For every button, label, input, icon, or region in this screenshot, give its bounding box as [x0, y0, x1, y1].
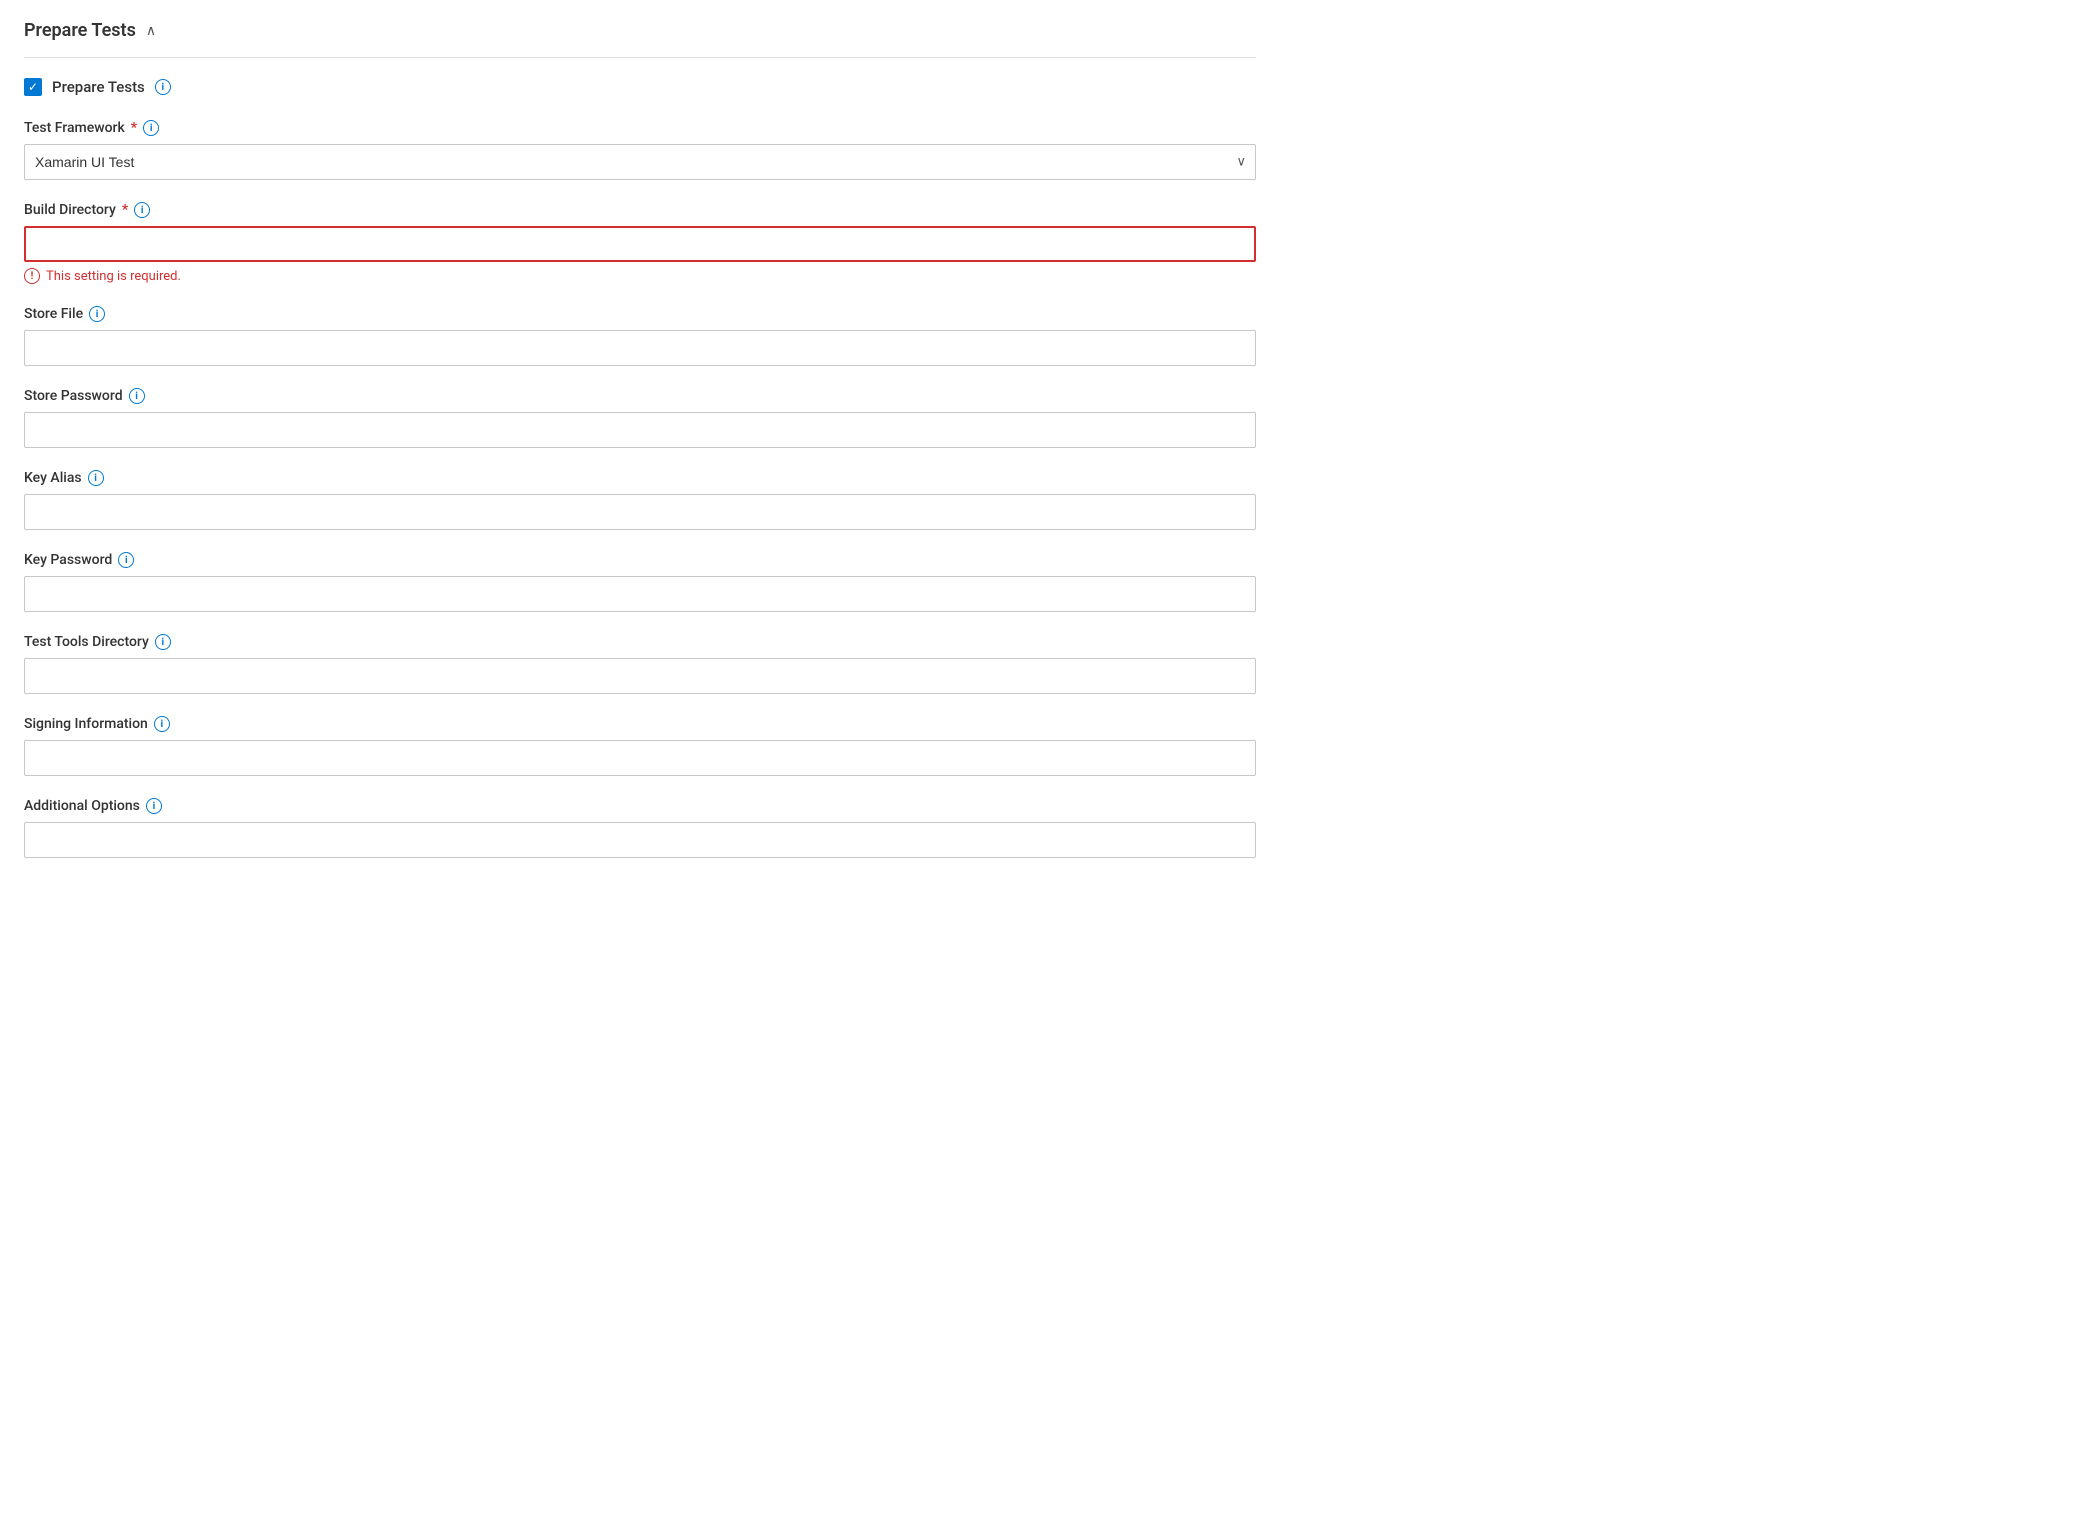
signing-information-info-icon[interactable]: i [154, 716, 170, 732]
build-directory-label-text: Build Directory [24, 202, 116, 218]
prepare-tests-checkbox-row: ✓ Prepare Tests i [24, 78, 1256, 96]
test-tools-directory-input[interactable] [24, 658, 1256, 694]
additional-options-label: Additional Options i [24, 798, 1256, 814]
store-file-info-icon[interactable]: i [89, 306, 105, 322]
build-directory-input[interactable] [24, 226, 1256, 262]
prepare-tests-checkbox[interactable]: ✓ [24, 78, 42, 96]
key-password-label: Key Password i [24, 552, 1256, 568]
store-file-label-text: Store File [24, 306, 83, 322]
store-password-group: Store Password i [24, 388, 1256, 448]
test-framework-select[interactable]: Xamarin UI Test Appium Espresso XCUITest [24, 144, 1256, 180]
additional-options-input[interactable] [24, 822, 1256, 858]
test-framework-info-icon[interactable]: i [143, 120, 159, 136]
test-framework-label: Test Framework * i [24, 120, 1256, 136]
key-password-label-text: Key Password [24, 552, 112, 568]
checkbox-label: Prepare Tests [52, 78, 145, 96]
build-directory-error: ! This setting is required. [24, 268, 1256, 284]
key-password-group: Key Password i [24, 552, 1256, 612]
key-alias-group: Key Alias i [24, 470, 1256, 530]
store-password-label-text: Store Password [24, 388, 123, 404]
additional-options-group: Additional Options i [24, 798, 1256, 858]
section-header: Prepare Tests ∧ [24, 20, 1256, 58]
test-framework-group: Test Framework * i Xamarin UI Test Appiu… [24, 120, 1256, 180]
build-directory-info-icon[interactable]: i [134, 202, 150, 218]
section-title: Prepare Tests [24, 20, 136, 41]
test-framework-required: * [131, 120, 137, 136]
build-directory-group: Build Directory * i ! This setting is re… [24, 202, 1256, 284]
additional-options-info-icon[interactable]: i [146, 798, 162, 814]
key-password-info-icon[interactable]: i [118, 552, 134, 568]
signing-information-label: Signing Information i [24, 716, 1256, 732]
test-tools-directory-group: Test Tools Directory i [24, 634, 1256, 694]
checkbox-checkmark: ✓ [28, 81, 38, 93]
additional-options-label-text: Additional Options [24, 798, 140, 814]
test-framework-select-wrapper: Xamarin UI Test Appium Espresso XCUITest… [24, 144, 1256, 180]
key-alias-info-icon[interactable]: i [88, 470, 104, 486]
key-alias-label-text: Key Alias [24, 470, 82, 486]
store-file-group: Store File i [24, 306, 1256, 366]
test-tools-directory-label: Test Tools Directory i [24, 634, 1256, 650]
test-tools-directory-info-icon[interactable]: i [155, 634, 171, 650]
build-directory-label: Build Directory * i [24, 202, 1256, 218]
section-chevron-icon[interactable]: ∧ [146, 23, 156, 39]
signing-information-group: Signing Information i [24, 716, 1256, 776]
error-message-text: This setting is required. [46, 269, 181, 284]
test-tools-directory-label-text: Test Tools Directory [24, 634, 149, 650]
signing-information-label-text: Signing Information [24, 716, 148, 732]
key-password-input[interactable] [24, 576, 1256, 612]
store-password-input[interactable] [24, 412, 1256, 448]
key-alias-label: Key Alias i [24, 470, 1256, 486]
main-container: Prepare Tests ∧ ✓ Prepare Tests i Test F… [0, 0, 1280, 920]
test-framework-label-text: Test Framework [24, 120, 125, 136]
store-file-label: Store File i [24, 306, 1256, 322]
build-directory-required: * [122, 202, 128, 218]
key-alias-input[interactable] [24, 494, 1256, 530]
store-password-label: Store Password i [24, 388, 1256, 404]
store-file-input[interactable] [24, 330, 1256, 366]
store-password-info-icon[interactable]: i [129, 388, 145, 404]
signing-information-input[interactable] [24, 740, 1256, 776]
checkbox-info-icon[interactable]: i [155, 79, 171, 95]
error-icon: ! [24, 268, 40, 284]
